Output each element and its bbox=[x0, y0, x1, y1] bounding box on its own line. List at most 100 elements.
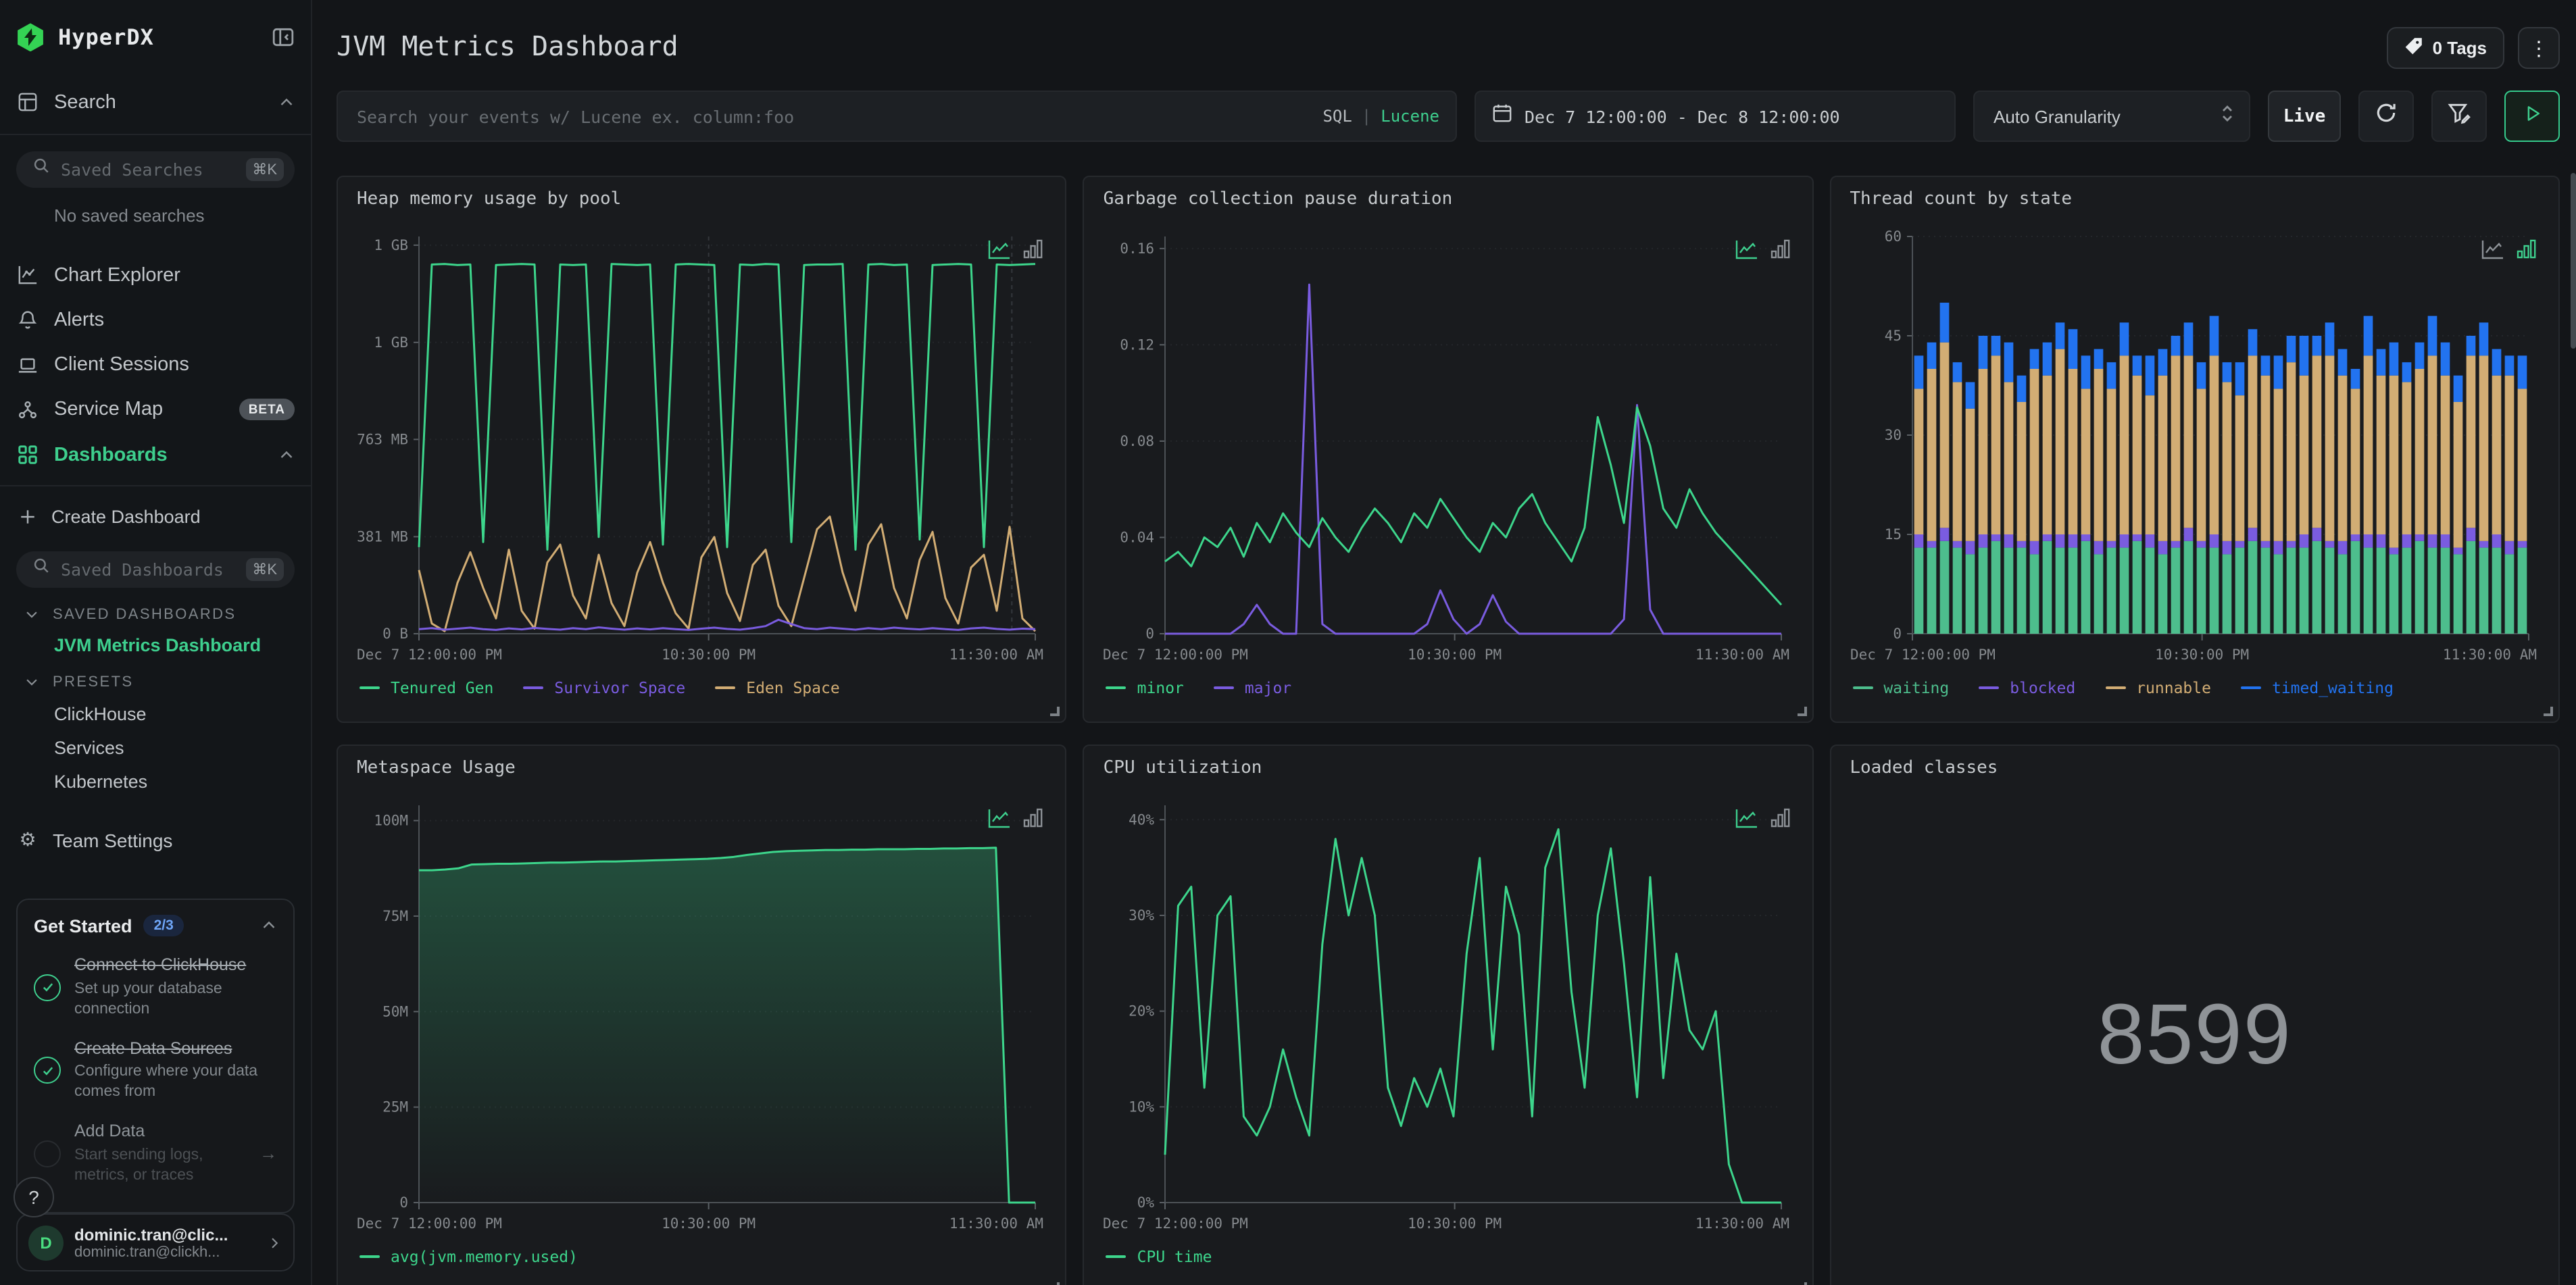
bar-chart-toggle-icon[interactable] bbox=[1024, 239, 1044, 259]
saved-dashboards-input[interactable]: Saved Dashboards ⌘K bbox=[16, 551, 295, 588]
legend-item[interactable]: runnable bbox=[2105, 678, 2211, 697]
sidebar-item-search[interactable]: Search bbox=[16, 83, 295, 123]
line-chart-toggle-icon[interactable] bbox=[1735, 239, 1758, 259]
sidebar-item-alerts[interactable]: Alerts bbox=[16, 300, 295, 340]
tile-resize-handle[interactable] bbox=[1051, 1282, 1060, 1285]
sidebar-item-label: Alerts bbox=[54, 309, 105, 331]
team-settings-label: Team Settings bbox=[53, 829, 173, 851]
legend-label: Survivor Space bbox=[554, 678, 686, 697]
create-dashboard-button[interactable]: Create Dashboard bbox=[16, 498, 295, 538]
svg-text:50M: 50M bbox=[382, 1003, 408, 1019]
avatar: D bbox=[28, 1225, 64, 1260]
legend-item[interactable]: blocked bbox=[1979, 678, 2075, 697]
chart-plot[interactable]: 0 B 381 MB 763 MB 1 GB 1 GB Dec 7 12:00:00 PM… bbox=[357, 223, 1046, 669]
line-chart-toggle-icon[interactable] bbox=[989, 239, 1012, 259]
user-account-button[interactable]: D dominic.tran@clic... dominic.tran@clic… bbox=[16, 1213, 295, 1271]
select-chevrons-icon bbox=[2219, 103, 2235, 129]
chart-plot[interactable]: 0 15 30 45 60 Dec 7 12:00:00 PM 10:30:00 PM 11:… bbox=[1850, 223, 2539, 669]
svg-text:0 B: 0 B bbox=[382, 626, 408, 642]
presets-section-header[interactable]: PRESETS bbox=[24, 674, 295, 690]
help-button[interactable]: ? bbox=[14, 1177, 54, 1217]
sidebar-item-jvm-dashboard[interactable]: JVM Metrics Dashboard bbox=[54, 635, 295, 655]
line-chart-toggle-icon[interactable] bbox=[989, 808, 1012, 828]
brand-name: HyperDX bbox=[58, 24, 154, 51]
sidebar-item-label: Service Map bbox=[54, 399, 164, 421]
preset-services[interactable]: Services bbox=[54, 738, 295, 758]
empty-circle-icon bbox=[34, 1140, 61, 1167]
run-query-button[interactable] bbox=[2504, 91, 2560, 142]
saved-searches-input[interactable]: Saved Searches ⌘K bbox=[16, 151, 295, 188]
event-search-box[interactable]: SQL | Lucene bbox=[337, 91, 1457, 142]
svg-text:75M: 75M bbox=[382, 908, 408, 924]
sidebar-item-service-map[interactable]: Service Map BETA bbox=[16, 390, 295, 430]
sidebar-item-client-sessions[interactable]: Client Sessions bbox=[16, 345, 295, 385]
task-title: Connect to ClickHouse bbox=[74, 955, 247, 975]
tile-resize-handle[interactable] bbox=[1797, 1282, 1807, 1285]
svg-text:11:30:00 AM: 11:30:00 AM bbox=[949, 647, 1043, 663]
granularity-select[interactable]: Auto Granularity bbox=[1973, 91, 2250, 142]
get-started-header[interactable]: Get Started 2/3 bbox=[34, 915, 277, 937]
chevron-right-icon bbox=[266, 1234, 282, 1251]
progress-badge: 2/3 bbox=[143, 915, 184, 937]
event-search-input[interactable] bbox=[354, 105, 1323, 128]
saved-dashboards-section-header[interactable]: SAVED DASHBOARDS bbox=[24, 607, 295, 623]
legend-item[interactable]: CPU time bbox=[1106, 1247, 1212, 1266]
divider bbox=[0, 485, 311, 487]
legend-item[interactable]: major bbox=[1213, 678, 1291, 697]
scrollbar-thumb[interactable] bbox=[2571, 173, 2576, 349]
chart-legend: avg(jvm.memory.used) bbox=[360, 1247, 1047, 1266]
svg-text:45: 45 bbox=[1884, 328, 1901, 344]
date-range-picker[interactable]: Dec 7 12:00:00 - Dec 8 12:00:00 bbox=[1475, 91, 1956, 142]
refresh-button[interactable] bbox=[2358, 91, 2414, 142]
get-started-item[interactable]: Connect to ClickHouse Set up your databa… bbox=[34, 955, 277, 1019]
svg-text:15: 15 bbox=[1884, 526, 1901, 543]
preset-kubernetes[interactable]: Kubernetes bbox=[54, 772, 295, 792]
svg-text:11:30:00 AM: 11:30:00 AM bbox=[949, 1215, 1043, 1232]
sidebar-item-dashboards[interactable]: Dashboards bbox=[16, 435, 295, 475]
bar-chart-toggle-icon[interactable] bbox=[1770, 239, 1790, 259]
bar-chart-toggle-icon[interactable] bbox=[1024, 808, 1044, 828]
legend-item[interactable]: Survivor Space bbox=[523, 678, 685, 697]
granularity-value: Auto Granularity bbox=[1993, 106, 2121, 126]
tags-button[interactable]: 0 Tags bbox=[2386, 27, 2504, 69]
brand-row: HyperDX bbox=[16, 19, 295, 56]
refresh-icon bbox=[2375, 101, 2398, 131]
svg-text:25M: 25M bbox=[382, 1099, 408, 1115]
legend-item[interactable]: avg(jvm.memory.used) bbox=[360, 1247, 578, 1266]
tile-resize-handle[interactable] bbox=[1050, 707, 1060, 716]
dashboards-icon bbox=[16, 445, 39, 465]
dashboard-tile: Heap memory usage by pool 0 B 381 MB 763 MB… bbox=[337, 176, 1067, 723]
legend-dash bbox=[2105, 686, 2126, 689]
tile-resize-handle[interactable] bbox=[1797, 707, 1807, 716]
sidebar-item-label: Chart Explorer bbox=[54, 264, 180, 286]
panel-menu-button[interactable]: ⋮ bbox=[2518, 27, 2560, 69]
get-started-item[interactable]: Add Data Start sending logs, metrics, or… bbox=[34, 1122, 277, 1186]
sql-toggle[interactable]: SQL bbox=[1322, 107, 1352, 126]
legend-item[interactable]: waiting bbox=[1852, 678, 1949, 697]
lucene-toggle[interactable]: Lucene bbox=[1381, 107, 1439, 126]
line-chart-toggle-icon[interactable] bbox=[2481, 239, 2504, 259]
chart-plot[interactable]: 0 25M 50M 75M 100M Dec 7 12:00:00 PM 10:30:00 … bbox=[357, 792, 1046, 1238]
svg-text:100M: 100M bbox=[374, 813, 408, 829]
chart-plot[interactable]: 0 0.04 0.08 0.12 0.16 Dec 7 12:00:00 PM 10:30:… bbox=[1104, 223, 1793, 669]
bar-chart-toggle-icon[interactable] bbox=[2517, 239, 2537, 259]
chevron-up-icon bbox=[278, 95, 295, 111]
legend-item[interactable]: Tenured Gen bbox=[360, 678, 493, 697]
sidebar-collapse-icon[interactable] bbox=[272, 26, 295, 49]
chart-type-toggles bbox=[2481, 239, 2537, 259]
legend-item[interactable]: timed_waiting bbox=[2240, 678, 2394, 697]
line-chart-toggle-icon[interactable] bbox=[1735, 808, 1758, 828]
sidebar-item-chart-explorer[interactable]: Chart Explorer bbox=[16, 255, 295, 295]
legend-dash bbox=[1106, 1255, 1126, 1258]
sidebar-item-team-settings[interactable]: ⚙ Team Settings bbox=[16, 822, 295, 859]
get-started-item[interactable]: Create Data Sources Configure where your… bbox=[34, 1038, 277, 1103]
chart-plot[interactable]: 0% 10% 20% 30% 40% Dec 7 12:00:00 PM 10:30:00 … bbox=[1104, 792, 1793, 1238]
preset-clickhouse[interactable]: ClickHouse bbox=[54, 704, 295, 724]
legend-item[interactable]: Eden Space bbox=[715, 678, 840, 697]
bar-chart-toggle-icon[interactable] bbox=[1770, 808, 1790, 828]
tile-resize-handle[interactable] bbox=[2543, 707, 2553, 716]
search-icon bbox=[32, 157, 50, 181]
legend-item[interactable]: minor bbox=[1106, 678, 1184, 697]
filter-edit-button[interactable] bbox=[2431, 91, 2487, 142]
live-button[interactable]: Live bbox=[2268, 91, 2341, 142]
